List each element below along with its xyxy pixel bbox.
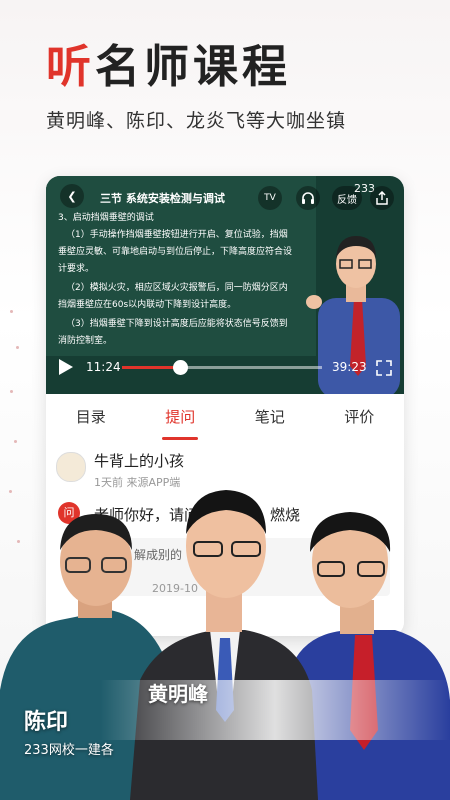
board-line: （3）挡烟垂壁下降到设计高度后应能将状态信号反馈到 — [66, 319, 288, 329]
tab-notes[interactable]: 笔记 — [225, 394, 315, 440]
board-title: 三节 系统安装检测与调试 — [100, 192, 225, 205]
audio-mode-button[interactable] — [296, 186, 320, 210]
tab-catalog[interactable]: 目录 — [46, 394, 136, 440]
headline-rest: 名师课程 — [95, 40, 292, 93]
headline-accent: 听 — [46, 40, 96, 93]
board-line: 消防控制室。 — [58, 336, 113, 346]
tv-icon: TV — [264, 193, 276, 203]
content-tabs: 目录 提问 笔记 评价 — [46, 394, 404, 441]
progress-thumb[interactable] — [173, 360, 188, 375]
play-button[interactable] — [56, 358, 74, 376]
board-line: （2）模拟火灾，相应区域火灾报警后，同一防烟分区内 — [66, 283, 288, 293]
duration: 39:23 — [332, 360, 367, 374]
board-line: 3、启动挡烟垂壁的调试 — [58, 213, 154, 223]
progress-fill — [122, 366, 180, 369]
username: 牛背上的小孩 — [94, 452, 185, 470]
tab-reviews[interactable]: 评价 — [315, 394, 405, 440]
teacher-center-name: 黄明峰 — [148, 682, 208, 706]
headphones-icon — [302, 192, 314, 204]
tv-cast-button[interactable]: TV — [258, 186, 282, 210]
board-line: 垂壁应灵敏、可靠地启动与到位后停止，下降高度应符合设 — [58, 247, 293, 257]
share-icon — [376, 191, 388, 205]
tab-questions[interactable]: 提问 — [136, 394, 226, 440]
teacher-left-subtitle: 233网校一建各 — [24, 743, 114, 758]
board-line: 挡烟垂壁应在60s以内联动下降到设计高度。 — [58, 300, 237, 310]
progress-bar[interactable] — [122, 360, 322, 375]
video-player[interactable]: 三节 系统安装检测与调试 3、启动挡烟垂壁的调试 （1）手动操作挡烟垂壁按钮进行… — [46, 176, 404, 394]
promo-subheadline: 黄明峰、陈印、龙炎飞等大咖坐镇 — [46, 110, 347, 132]
board-line: 计要求。 — [58, 264, 95, 274]
play-icon — [59, 359, 73, 375]
current-time: 11:24 — [86, 360, 121, 374]
fullscreen-icon — [376, 360, 392, 376]
promo-headline: 听名师课程 — [46, 30, 291, 95]
fullscreen-button[interactable] — [376, 360, 392, 376]
back-button[interactable]: ❮ — [60, 184, 84, 208]
board-line: （1）手动操作挡烟垂壁按钮进行开启、复位试验，挡烟 — [66, 230, 288, 240]
share-button[interactable] — [370, 186, 394, 210]
chevron-left-icon: ❮ — [67, 189, 77, 203]
teacher-left-name: 陈印 — [24, 710, 69, 735]
